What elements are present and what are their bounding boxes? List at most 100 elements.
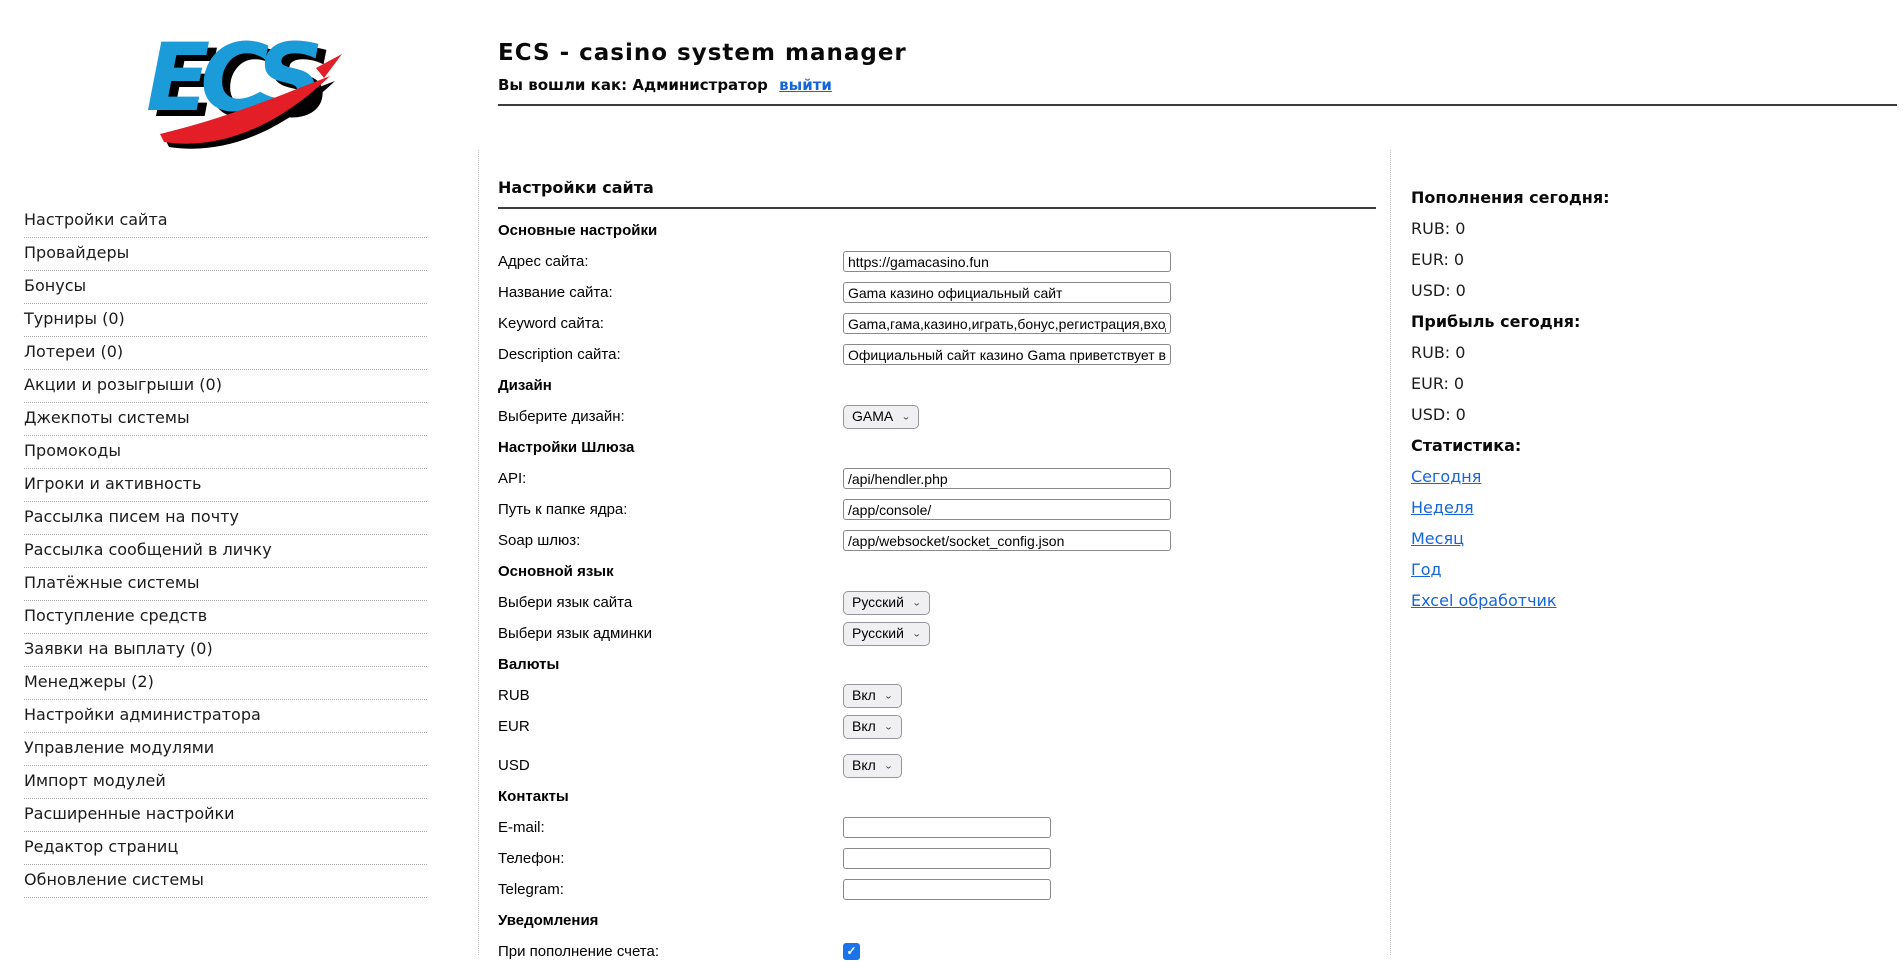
site-address-label: Адрес сайта:	[498, 253, 843, 270]
main-content: Настройки сайта Основные настройки Адрес …	[498, 178, 1376, 972]
sidebar-item-jackpots[interactable]: Джекпоты системы	[24, 403, 427, 436]
rub-select[interactable]: Вкл ⌄	[843, 684, 902, 708]
title-divider	[498, 207, 1376, 209]
stats-value-line: EUR: 0	[1411, 374, 1741, 394]
site-keywords-input[interactable]	[843, 313, 1171, 334]
telegram-input[interactable]	[843, 879, 1051, 900]
section-header-main-language: Основной язык	[498, 561, 1376, 582]
form-row-site-name: Название сайта:	[498, 282, 1376, 303]
form-row-api: API:	[498, 468, 1376, 489]
sidebar-item-providers[interactable]: Провайдеры	[24, 238, 427, 271]
stats-week-link[interactable]: Неделя	[1411, 498, 1474, 518]
ecs-logo[interactable]: ECS ECS	[138, 20, 343, 150]
stats-year-link[interactable]: Год	[1411, 560, 1442, 580]
sidebar-item-tournaments[interactable]: Турниры (0)	[24, 304, 427, 337]
site-description-input[interactable]	[843, 344, 1171, 365]
form-row-telegram: Telegram:	[498, 879, 1376, 900]
chevron-down-icon: ⌄	[912, 628, 921, 638]
stats-value-line: USD: 0	[1411, 405, 1741, 425]
form-row-site-description: Description сайта:	[498, 344, 1376, 365]
stats-panel: Пополнения сегодня:RUB: 0EUR: 0USD: 0При…	[1411, 188, 1741, 622]
sidebar-item-pm-mailing[interactable]: Рассылка сообщений в личку	[24, 535, 427, 568]
core-path-input[interactable]	[843, 499, 1171, 520]
rub-select-value: Вкл	[852, 687, 876, 703]
design-label: Выберите дизайн:	[498, 408, 843, 425]
sidebar-item-incoming-funds[interactable]: Поступление средств	[24, 601, 427, 634]
email-input[interactable]	[843, 817, 1051, 838]
design-select-value: GAMA	[852, 408, 893, 424]
form-row-site-keywords: Keyword сайта:	[498, 313, 1376, 334]
form-row-email: E-mail:	[498, 817, 1376, 838]
chevron-down-icon: ⌄	[884, 690, 893, 700]
sidebar-item-payout-requests[interactable]: Заявки на выплату (0)	[24, 634, 427, 667]
stats-header-statistics: Статистика:	[1411, 436, 1741, 456]
sidebar-item-promocodes[interactable]: Промокоды	[24, 436, 427, 469]
site-language-label: Выбери язык сайта	[498, 594, 843, 611]
sidebar-item-payment-systems[interactable]: Платёжные системы	[24, 568, 427, 601]
chevron-down-icon: ⌄	[884, 721, 893, 731]
deposit-notification-label: При пополнение счета:	[498, 943, 843, 960]
phone-label: Телефон:	[498, 850, 843, 867]
soap-gateway-input[interactable]	[843, 530, 1171, 551]
form-row-rub: RUB Вкл ⌄	[498, 685, 1376, 706]
stats-header-profit-today: Прибыль сегодня:	[1411, 312, 1741, 332]
eur-select-value: Вкл	[852, 718, 876, 734]
sidebar-item-system-update[interactable]: Обновление системы	[24, 865, 427, 898]
site-language-select[interactable]: Русский⌄	[843, 591, 930, 615]
design-select[interactable]: GAMA ⌄	[843, 405, 919, 429]
form-row-usd: USDВкл⌄	[498, 755, 1376, 776]
sidebar-item-players-activity[interactable]: Игроки и активность	[24, 469, 427, 502]
api-label: API:	[498, 470, 843, 487]
site-keywords-label: Keyword сайта:	[498, 315, 843, 332]
sidebar-item-module-import[interactable]: Импорт модулей	[24, 766, 427, 799]
usd-select[interactable]: Вкл⌄	[843, 754, 902, 778]
sidebar-item-lotteries[interactable]: Лотереи (0)	[24, 337, 427, 370]
sidebar-item-email-mailing[interactable]: Рассылка писем на почту	[24, 502, 427, 535]
sidebar-item-admin-settings[interactable]: Настройки администратора	[24, 700, 427, 733]
form-row-admin-language: Выбери язык админкиРусский⌄	[498, 623, 1376, 644]
excel-processor-link[interactable]: Excel обработчик	[1411, 591, 1557, 611]
app-title: ECS - casino system manager	[498, 40, 907, 66]
core-path-label: Путь к папке ядра:	[498, 501, 843, 518]
telegram-label: Telegram:	[498, 881, 843, 898]
login-status: Вы вошли как: Администратор выйти	[498, 76, 907, 94]
settings-form: Основные настройки Адрес сайта: Название с…	[498, 220, 1376, 962]
site-language-select-value: Русский	[852, 594, 904, 610]
admin-language-select-value: Русский	[852, 625, 904, 641]
usd-label: USD	[498, 757, 843, 774]
stats-month-link[interactable]: Месяц	[1411, 529, 1464, 549]
form-row-site-address: Адрес сайта:	[498, 251, 1376, 272]
site-name-label: Название сайта:	[498, 284, 843, 301]
eur-select[interactable]: Вкл ⌄	[843, 715, 902, 739]
sidebar-item-site-settings[interactable]: Настройки сайта	[24, 205, 427, 238]
sidebar-item-page-editor[interactable]: Редактор страниц	[24, 832, 427, 865]
chevron-down-icon: ⌄	[901, 411, 910, 421]
sidebar-item-managers[interactable]: Менеджеры (2)	[24, 667, 427, 700]
deposit-notification-checkbox[interactable]: ✓	[843, 943, 860, 960]
main-stats-divider	[1390, 150, 1391, 955]
site-name-input[interactable]	[843, 282, 1171, 303]
soap-gateway-label: Soap шлюз:	[498, 532, 843, 549]
rub-label: RUB	[498, 687, 843, 704]
stats-today-link[interactable]: Сегодня	[1411, 467, 1481, 487]
sidebar-item-advanced-settings[interactable]: Расширенные настройки	[24, 799, 427, 832]
phone-input[interactable]	[843, 848, 1051, 869]
form-row-design: Выберите дизайн: GAMA ⌄	[498, 406, 1376, 427]
eur-label: EUR	[498, 718, 843, 735]
site-address-input[interactable]	[843, 251, 1171, 272]
api-input[interactable]	[843, 468, 1171, 489]
page-title: Настройки сайта	[498, 178, 1376, 198]
section-header-main-settings: Основные настройки	[498, 220, 1376, 241]
sidebar-item-module-management[interactable]: Управление модулями	[24, 733, 427, 766]
page-header: ECS - casino system manager Вы вошли как…	[498, 40, 907, 94]
admin-language-select[interactable]: Русский ⌄	[843, 622, 930, 646]
site-description-label: Description сайта:	[498, 346, 843, 363]
form-row-phone: Телефон:	[498, 848, 1376, 869]
stats-value-line: USD: 0	[1411, 281, 1741, 301]
usd-select-value: Вкл	[852, 757, 876, 773]
sidebar-item-bonuses[interactable]: Бонусы	[24, 271, 427, 304]
sidebar-item-promotions[interactable]: Акции и розыгрыши (0)	[24, 370, 427, 403]
section-header-currencies: Валюты	[498, 654, 1376, 675]
sidebar-main-divider	[478, 150, 479, 955]
logout-link[interactable]: выйти	[779, 76, 832, 94]
